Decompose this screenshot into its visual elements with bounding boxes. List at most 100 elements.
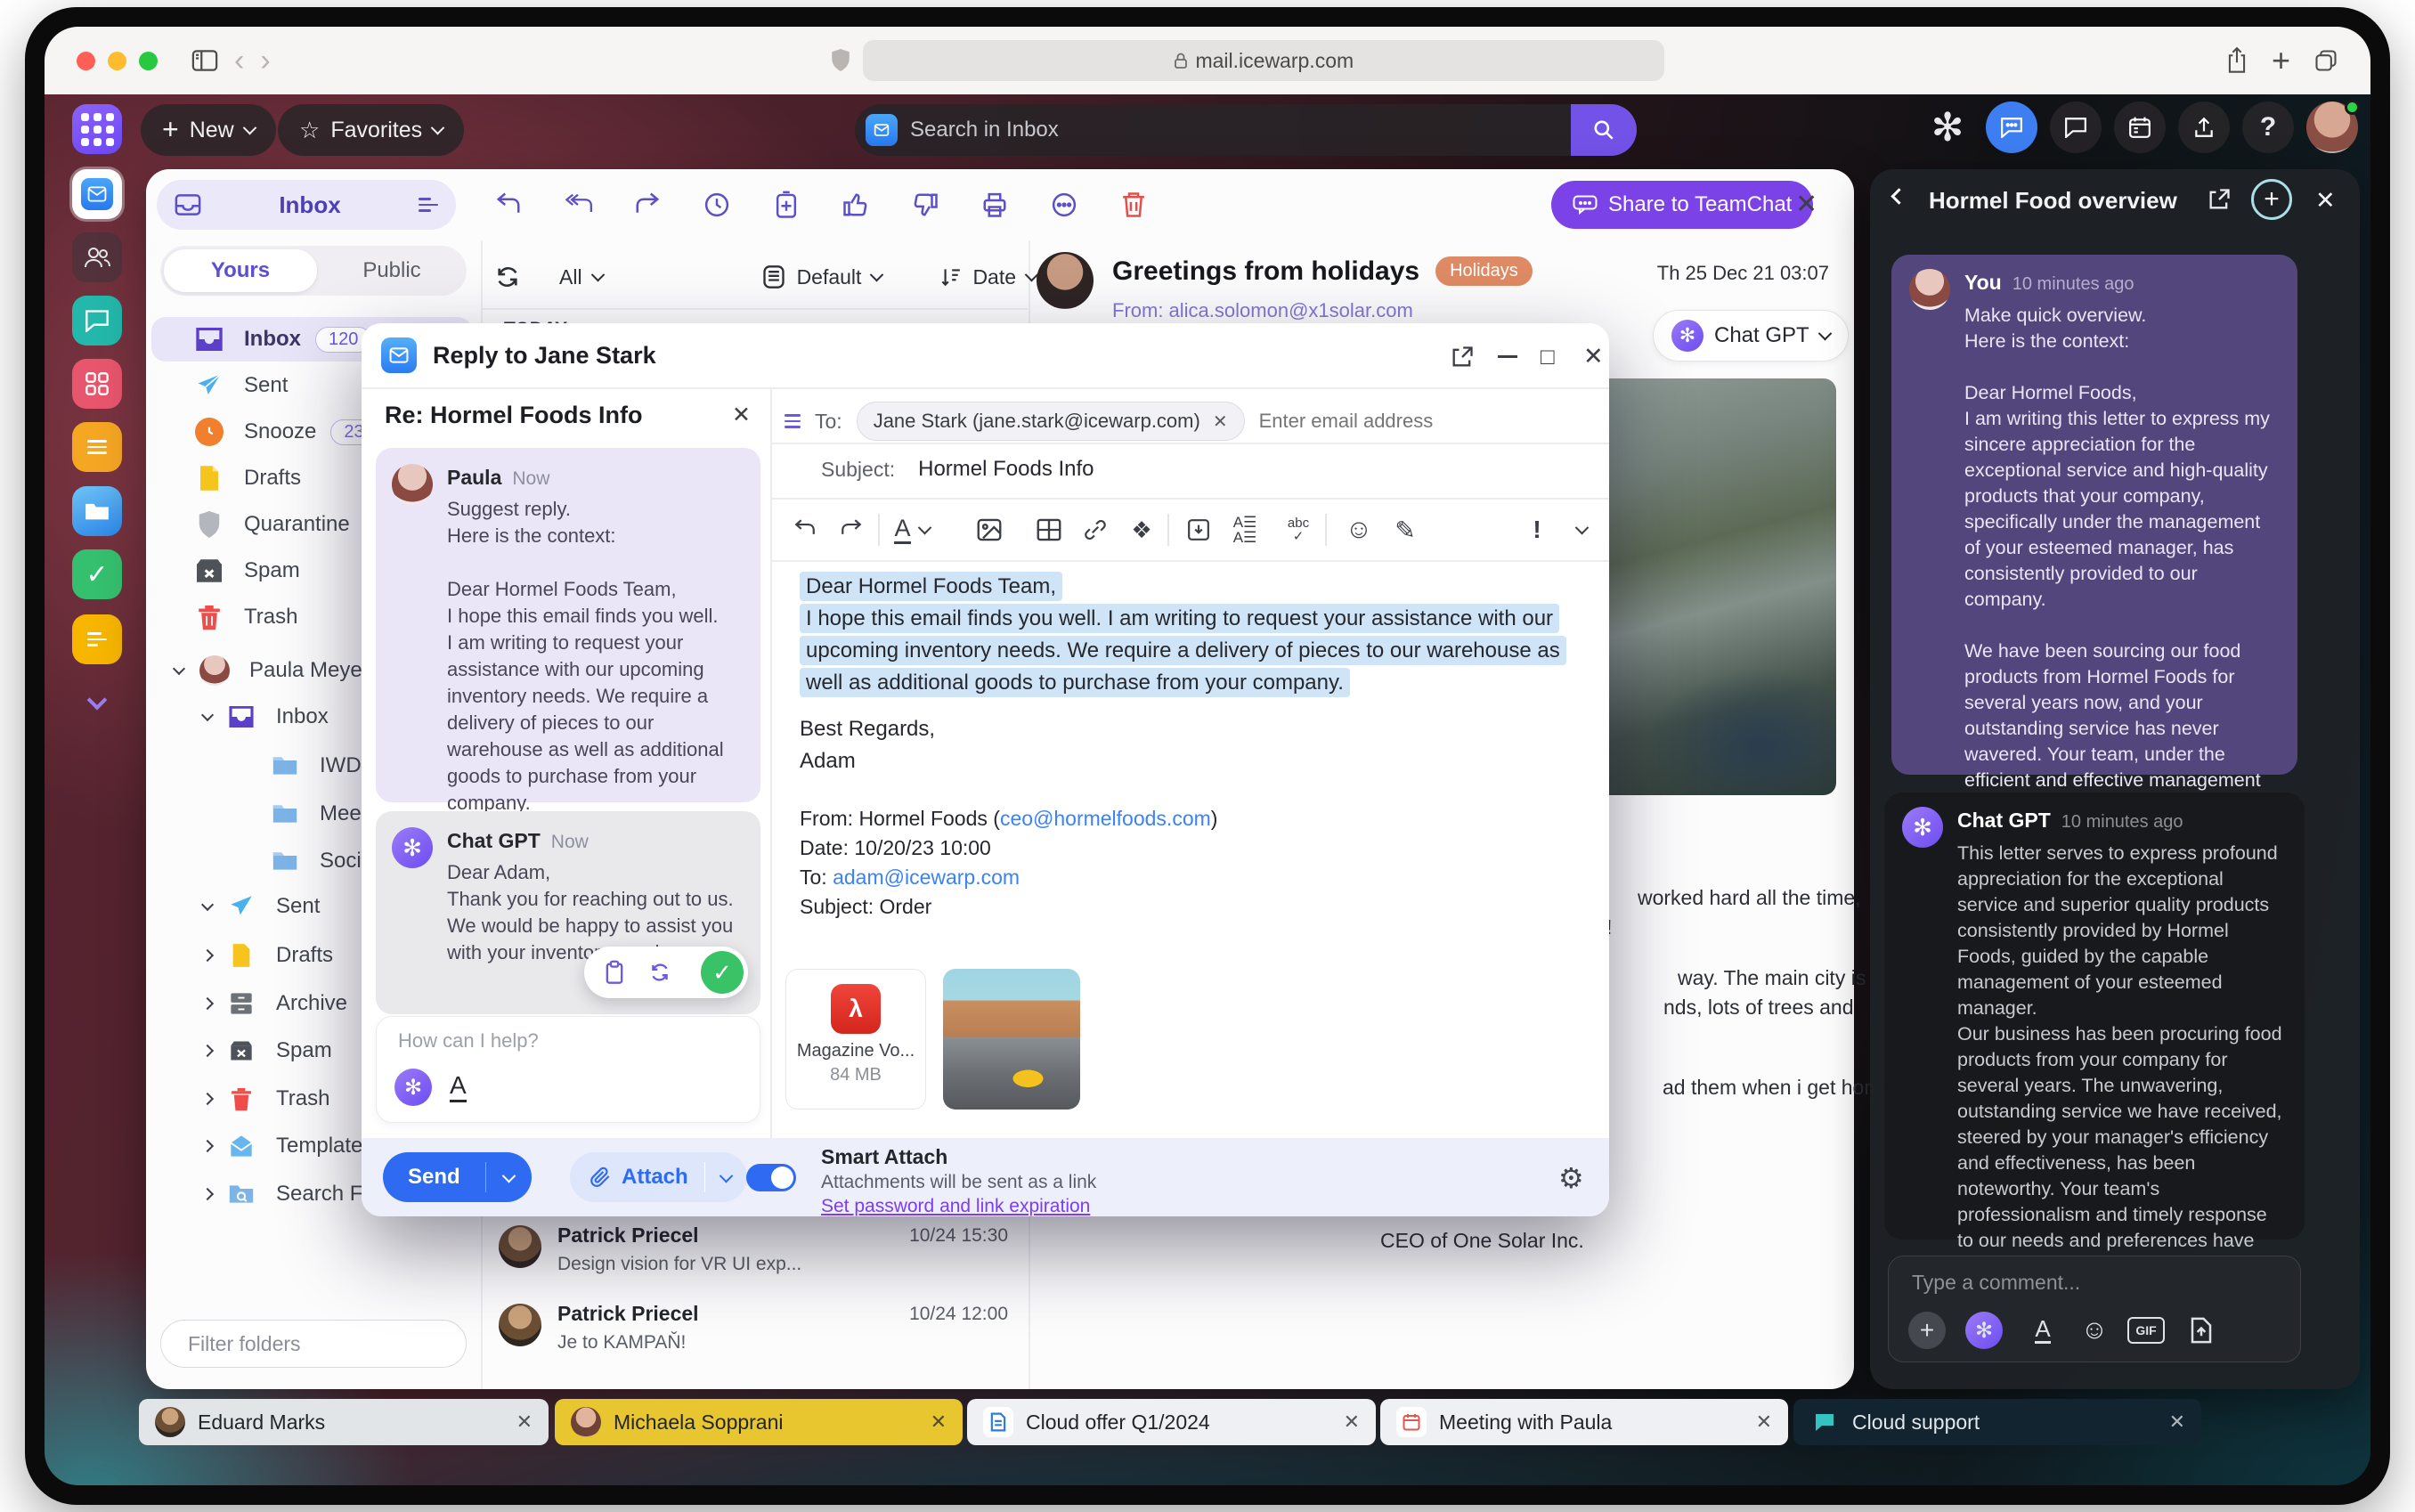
thumbs-down-button[interactable] (910, 190, 940, 220)
quoted-from-link[interactable]: ceo@hormelfoods.com (1000, 807, 1211, 830)
close-thread-button[interactable]: ✕ (732, 402, 751, 428)
traffic-zoom-button[interactable] (139, 52, 158, 70)
undo-button[interactable] (787, 507, 823, 553)
rail-teamchat-app[interactable] (72, 296, 122, 345)
set-password-link[interactable]: Set password and link expiration (821, 1196, 1096, 1217)
sidebar-toggle-icon[interactable] (191, 49, 218, 72)
close-tab-icon[interactable]: ✕ (516, 1410, 533, 1434)
rail-drive-app[interactable] (72, 486, 122, 536)
rail-notes-app[interactable] (72, 422, 122, 472)
minimize-button[interactable] (1498, 355, 1517, 358)
insert-link-button[interactable] (1077, 507, 1113, 553)
paragraph-settings-button[interactable]: A☰A☰ (1227, 507, 1263, 553)
print-button[interactable] (980, 190, 1010, 220)
import-file-button[interactable] (1181, 507, 1216, 553)
attach-button[interactable]: Attach (570, 1152, 747, 1202)
filter-folders[interactable] (160, 1320, 467, 1368)
format-text-button[interactable]: A (2024, 1312, 2061, 1349)
rail-contacts-app[interactable] (72, 232, 122, 282)
recipients-list-icon[interactable] (785, 411, 801, 432)
emoji-button[interactable]: ☺ (1341, 507, 1377, 553)
chatgpt-icon[interactable]: ✻ (394, 1069, 432, 1106)
compose-settings-gear[interactable]: ⚙ (1558, 1161, 1584, 1195)
font-style-button[interactable]: A (894, 507, 930, 553)
snooze-button[interactable] (702, 190, 732, 220)
share-to-teamchat-button[interactable]: Share to TeamChat (1551, 181, 1813, 229)
tab-cloud-offer[interactable]: Cloud offer Q1/2024 ✕ (967, 1399, 1376, 1445)
tab-overview-icon[interactable] (2313, 48, 2338, 73)
tab-cloud-support[interactable]: Cloud support ✕ (1793, 1399, 2201, 1445)
teamchat-toolbar-button[interactable] (1986, 102, 2037, 153)
close-tab-icon[interactable]: ✕ (2169, 1410, 2185, 1434)
send-options-button[interactable] (486, 1165, 532, 1190)
traffic-minimize-button[interactable] (108, 52, 126, 70)
upload-file-button[interactable] (2183, 1312, 2220, 1349)
app-launcher-button[interactable] (72, 104, 122, 154)
tab-public[interactable]: Public (317, 258, 467, 283)
search-input[interactable] (910, 118, 1571, 142)
email-from[interactable]: From: alica.solomon@x1solar.com (1112, 299, 1413, 322)
recipient-chip[interactable]: Jane Stark (jane.stark@icewarp.com) ✕ (857, 402, 1245, 441)
new-tab-icon[interactable]: + (2272, 48, 2290, 74)
close-tab-icon[interactable]: ✕ (931, 1410, 947, 1434)
reply-button[interactable] (493, 190, 524, 220)
forward-button[interactable]: › (260, 45, 270, 76)
assistant-input[interactable] (398, 1029, 736, 1053)
list-sort-dropdown[interactable]: Date (939, 265, 1037, 289)
chat-toolbar-button[interactable] (2050, 102, 2102, 153)
new-button[interactable]: + New (141, 104, 276, 156)
regenerate-button[interactable] (648, 961, 671, 984)
account-avatar[interactable] (2306, 102, 2358, 153)
priority-button[interactable]: ! (1519, 507, 1555, 553)
popout-button[interactable] (1450, 345, 1475, 370)
email-tag-badge[interactable]: Holidays (1435, 256, 1533, 286)
spellcheck-button[interactable]: abc✓ (1281, 507, 1316, 553)
attachment-image-thumbnail[interactable] (943, 969, 1080, 1110)
archive-add-button[interactable] (771, 190, 801, 220)
address-bar[interactable]: mail.icewarp.com (863, 40, 1664, 81)
list-filter-dropdown[interactable]: All (559, 265, 603, 289)
redo-button[interactable] (833, 507, 869, 553)
panel-add-button[interactable]: + (2251, 179, 2292, 220)
rail-more-button[interactable] (72, 678, 122, 728)
refresh-button[interactable] (495, 264, 520, 289)
rail-mail-app[interactable] (72, 169, 122, 219)
format-text-icon[interactable]: A (450, 1072, 467, 1102)
forward-button[interactable] (632, 190, 663, 220)
traffic-close-button[interactable] (77, 52, 95, 70)
add-attachment-button[interactable]: + (1908, 1312, 1946, 1349)
chatgpt-toolbar-icon[interactable]: ✻ (1922, 102, 1973, 153)
delete-button[interactable] (1118, 190, 1149, 220)
toolbar-more-button[interactable] (1564, 507, 1599, 553)
remove-recipient-icon[interactable]: ✕ (1213, 411, 1228, 433)
attachment-pdf-card[interactable]: λ Magazine Vo... 84 MB (785, 969, 926, 1110)
signature-pen-button[interactable]: ✎ (1387, 507, 1423, 553)
maximize-button[interactable]: □ (1541, 343, 1555, 370)
close-tab-icon[interactable]: ✕ (1344, 1410, 1360, 1434)
share-icon[interactable] (2225, 47, 2248, 74)
copy-button[interactable] (604, 960, 625, 985)
rail-lists-app[interactable] (72, 614, 122, 664)
dropbox-button[interactable]: ❖ (1124, 507, 1159, 553)
help-toolbar-button[interactable]: ? (2242, 102, 2294, 153)
smart-attach-toggle[interactable] (746, 1164, 796, 1191)
tab-michaela-sopprani[interactable]: Michaela Sopprani ✕ (555, 1399, 963, 1445)
close-mail-view-button[interactable]: ✕ (1795, 189, 1817, 220)
chatgpt-comment-button[interactable]: ✻ (1965, 1312, 2003, 1349)
tab-eduard-marks[interactable]: Eduard Marks ✕ (139, 1399, 549, 1445)
quoted-to-link[interactable]: adam@icewarp.com (833, 866, 1020, 889)
more-actions-button[interactable] (1049, 190, 1079, 220)
panel-popout-button[interactable] (2207, 187, 2232, 212)
shield-icon[interactable] (831, 49, 850, 72)
compose-body[interactable]: Dear Hormel Foods Team, I hope this emai… (800, 571, 1601, 699)
upload-toolbar-button[interactable] (2178, 102, 2230, 153)
accept-suggestion-button[interactable]: ✓ (701, 951, 744, 994)
insert-image-button[interactable] (972, 507, 1007, 553)
message-row[interactable]: Patrick Priecel 10/24 15:30 Design visio… (490, 1220, 1024, 1297)
global-search[interactable] (855, 104, 1637, 156)
calendar-toolbar-button[interactable] (2114, 102, 2166, 153)
close-tab-icon[interactable]: ✕ (1756, 1410, 1772, 1434)
favorites-button[interactable]: ☆ Favorites (278, 104, 464, 156)
current-folder-pill[interactable]: Inbox (157, 180, 456, 230)
rail-tasks-app[interactable]: ✓ (72, 549, 122, 599)
